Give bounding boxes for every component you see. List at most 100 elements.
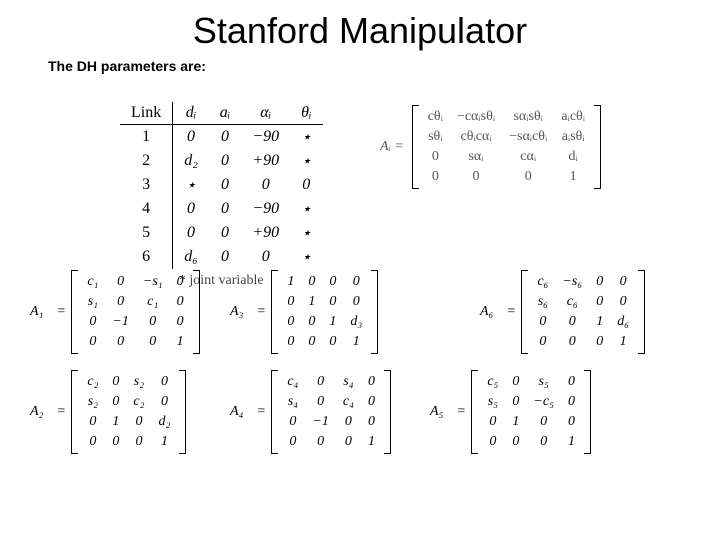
dh-cell: 0 <box>209 173 242 197</box>
matrix-cell: c₁ <box>136 292 170 312</box>
matrix-cell: 0 <box>530 332 555 352</box>
matrix-cell: s₅ <box>526 372 561 392</box>
matrix-cell: 0 <box>421 167 450 187</box>
matrix-cell: −1 <box>305 412 335 432</box>
dh-cell: 0 <box>173 221 209 245</box>
matrix-cell: 0 <box>343 272 369 292</box>
matrix-cell: 0 <box>526 412 561 432</box>
matrix-cell: 0 <box>280 312 301 332</box>
equals-sign: = <box>57 304 65 320</box>
matrix-cell: 1 <box>561 432 582 452</box>
matrix-cell: 0 <box>105 372 126 392</box>
matrix-cell: 0 <box>505 372 526 392</box>
dh-cell: 0 <box>209 149 242 173</box>
dh-header: Link <box>120 102 173 125</box>
dh-cell: 6 <box>120 245 173 269</box>
matrix-lhs: A₃ <box>230 304 243 320</box>
matrix-lhs: A₁ <box>30 304 43 320</box>
matrix-cell: d₆ <box>610 312 636 332</box>
dh-parameter-table: Link dᵢ aᵢ αᵢ θᵢ 100−90⋆2d₂0+90⋆3⋆000400… <box>120 102 323 289</box>
dh-cell: 0 <box>241 173 290 197</box>
matrix-cell: s₄ <box>336 372 361 392</box>
dh-cell: −90 <box>241 125 290 150</box>
matrix-cell: 0 <box>301 272 322 292</box>
matrix-cell: −cαᵢsθᵢ <box>450 107 502 127</box>
matrix-cell: 0 <box>336 432 361 452</box>
matrix-cell: 0 <box>305 372 335 392</box>
matrix-lhs: A₂ <box>30 404 43 420</box>
matrix-cell: 0 <box>301 312 322 332</box>
matrix-cell: s₆ <box>530 292 555 312</box>
matrix-cell: 0 <box>280 332 301 352</box>
matrix-cell: 0 <box>126 432 151 452</box>
matrix-cell: −s₆ <box>555 272 589 292</box>
matrix-cell: dᵢ <box>554 147 592 167</box>
dh-cell: ⋆ <box>173 173 209 197</box>
matrix-cell: cαᵢ <box>502 147 554 167</box>
matrix-cell: 0 <box>80 312 105 332</box>
matrix-a2: A₂=c₂0s₂0s₂0c₂0010d₂0001 <box>30 370 186 454</box>
dh-cell: d₆ <box>173 245 209 269</box>
dh-cell: 5 <box>120 221 173 245</box>
matrix-a6: A₆=c₆−s₆00s₆c₆00001d₆0001 <box>480 270 645 354</box>
equals-sign: = <box>57 404 65 420</box>
matrix-cell: c₁ <box>80 272 105 292</box>
matrix-cell: 0 <box>136 312 170 332</box>
matrix-cell: 0 <box>505 432 526 452</box>
matrix-lhs: Aᵢ = <box>380 139 404 155</box>
dh-cell: 4 <box>120 197 173 221</box>
matrix-cell: 0 <box>152 372 178 392</box>
matrix-cell: sαᵢsθᵢ <box>502 107 554 127</box>
matrix-cell: 0 <box>80 412 105 432</box>
matrix-cell: 0 <box>105 392 126 412</box>
dh-cell: ⋆ <box>290 245 322 269</box>
matrix-cell: −c₅ <box>526 392 561 412</box>
dh-cell: 0 <box>209 125 242 150</box>
matrix-cell: 0 <box>561 412 582 432</box>
matrix-cell: c₆ <box>530 272 555 292</box>
matrix-cell: 0 <box>280 292 301 312</box>
matrix-cell: 1 <box>589 312 610 332</box>
matrix-cell: 1 <box>105 412 126 432</box>
matrix-cell: 0 <box>361 372 382 392</box>
matrix-cell: 0 <box>80 432 105 452</box>
matrix-cell: 0 <box>343 292 369 312</box>
matrix-cell: 1 <box>610 332 636 352</box>
dh-cell: 2 <box>120 149 173 173</box>
matrix-cell: 0 <box>301 332 322 352</box>
matrix-cell: −1 <box>105 312 135 332</box>
matrix-cell: s₅ <box>480 392 505 412</box>
matrix-cell: 0 <box>280 412 305 432</box>
matrix-cell: 0 <box>280 432 305 452</box>
matrix-cell: 1 <box>343 332 369 352</box>
equals-sign: = <box>457 404 465 420</box>
dh-cell: ⋆ <box>290 197 322 221</box>
dh-header: θᵢ <box>290 102 322 125</box>
matrix-cell: 0 <box>526 432 561 452</box>
dh-cell: 0 <box>209 245 242 269</box>
matrix-lhs: A₆ <box>480 304 493 320</box>
matrix-cell: 0 <box>152 392 178 412</box>
matrix-cell: 0 <box>361 412 382 432</box>
matrix-cell: 0 <box>555 312 589 332</box>
dh-header: dᵢ <box>173 102 209 125</box>
matrix-cell: 1 <box>152 432 178 452</box>
equals-sign: = <box>257 304 265 320</box>
equals-sign: = <box>507 304 515 320</box>
matrix-a5: A₅=c₅0s₅0s₅0−c₅001000001 <box>430 370 591 454</box>
matrix-cell: 0 <box>322 292 343 312</box>
dh-cell: 1 <box>120 125 173 150</box>
matrix-cell: −s₁ <box>136 272 170 292</box>
dh-cell: 0 <box>173 125 209 150</box>
matrix-cell: sαᵢ <box>450 147 502 167</box>
matrix-cell: 0 <box>170 312 191 332</box>
matrix-lhs: A₅ <box>430 404 443 420</box>
matrix-cell: 1 <box>505 412 526 432</box>
matrix-a4: A₄=c₄0s₄0s₄0c₄00−1000001 <box>230 370 391 454</box>
matrix-cell: 0 <box>589 292 610 312</box>
matrix-cell: s₁ <box>80 292 105 312</box>
matrix-cell: 0 <box>610 292 636 312</box>
matrix-cell: 0 <box>555 332 589 352</box>
matrix-cell: 0 <box>105 332 135 352</box>
dh-cell: d₂ <box>173 149 209 173</box>
